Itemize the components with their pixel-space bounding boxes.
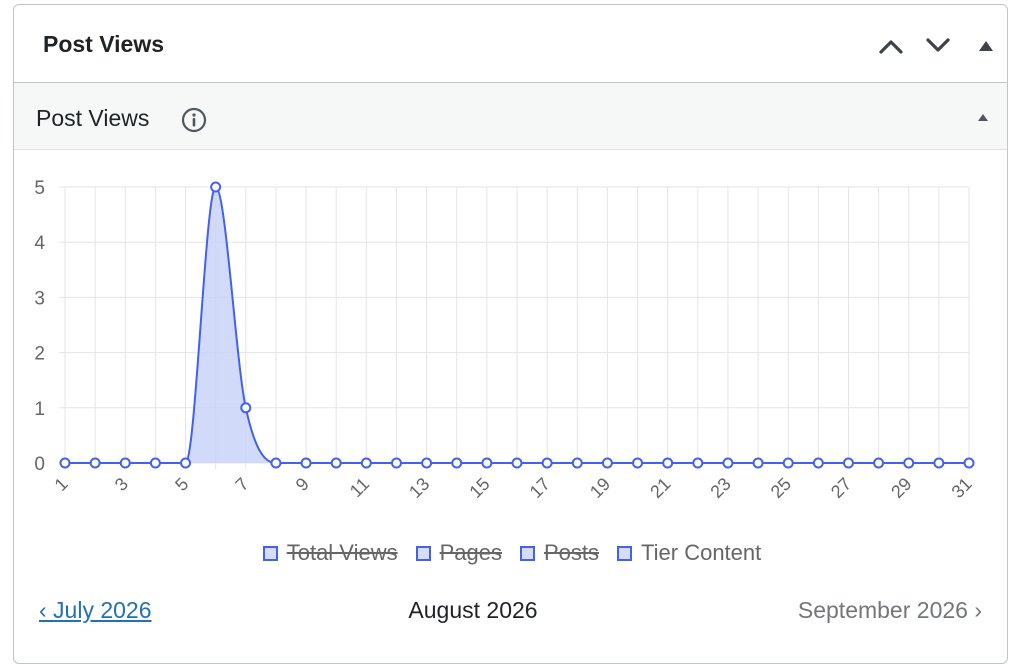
data-point[interactable]	[421, 457, 433, 469]
legend-item[interactable]: Pages	[415, 540, 502, 566]
data-point[interactable]	[390, 457, 402, 469]
legend-swatch	[617, 545, 633, 561]
legend-label: Posts	[543, 540, 600, 565]
legend-item[interactable]: Total Views	[262, 540, 398, 566]
data-point[interactable]	[963, 457, 975, 469]
data-point[interactable]	[240, 402, 252, 414]
data-point[interactable]	[270, 457, 282, 469]
y-tick-label: 2	[34, 344, 45, 365]
data-point[interactable]	[873, 457, 885, 469]
y-tick-label: 5	[34, 178, 45, 199]
post-views-chart: 0123451 3 5 7 9 11 13 15 17 19 21 23 25 27 29 31	[34, 178, 976, 502]
data-point[interactable]	[89, 457, 101, 469]
x-tick-label: 11	[346, 474, 373, 501]
data-point[interactable]	[632, 457, 644, 469]
data-point[interactable]	[903, 457, 915, 469]
x-tick-label: 31	[948, 474, 976, 502]
y-tick-label: 3	[34, 288, 45, 309]
legend-label: Tier Content	[641, 540, 762, 565]
data-point[interactable]	[451, 457, 463, 469]
x-tick-label: 21	[646, 474, 674, 502]
data-point[interactable]	[511, 457, 523, 469]
data-point[interactable]	[330, 457, 342, 469]
chart-legend: Total Views Pages Posts Tier Content	[0, 540, 1024, 566]
data-point[interactable]	[210, 181, 222, 193]
data-point[interactable]	[752, 457, 764, 469]
data-point[interactable]	[933, 457, 945, 469]
data-point[interactable]	[481, 457, 493, 469]
data-point[interactable]	[149, 457, 161, 469]
x-tick-label: 13	[405, 474, 433, 502]
data-point[interactable]	[360, 457, 372, 469]
data-point[interactable]	[782, 457, 794, 469]
data-point[interactable]	[180, 457, 192, 469]
data-point[interactable]	[812, 457, 824, 469]
data-point[interactable]	[692, 457, 704, 469]
legend-swatch	[415, 545, 431, 561]
data-point[interactable]	[601, 457, 613, 469]
x-tick-label: 3	[111, 474, 132, 495]
x-tick-label: 27	[827, 474, 855, 502]
data-point[interactable]	[662, 457, 674, 469]
x-tick-label: 17	[526, 474, 554, 502]
data-point[interactable]	[722, 457, 734, 469]
y-tick-label: 0	[34, 454, 45, 475]
x-tick-label: 19	[586, 474, 614, 502]
data-point[interactable]	[300, 457, 312, 469]
x-tick-label: 7	[231, 474, 252, 495]
y-tick-label: 4	[34, 233, 45, 254]
data-point[interactable]	[541, 457, 553, 469]
legend-swatch	[519, 545, 535, 561]
legend-item[interactable]: Posts	[519, 540, 600, 566]
x-tick-label: 9	[292, 474, 313, 495]
data-point[interactable]	[571, 457, 583, 469]
data-point[interactable]	[119, 457, 131, 469]
legend-label: Pages	[439, 540, 502, 565]
x-tick-label: 29	[887, 474, 915, 502]
data-point[interactable]	[842, 457, 854, 469]
x-tick-label: 5	[171, 474, 192, 495]
legend-swatch	[262, 545, 278, 561]
x-tick-label: 1	[51, 474, 72, 495]
x-tick-label: 23	[706, 474, 734, 502]
x-tick-label: 25	[767, 474, 795, 502]
next-month-link[interactable]: September 2026 ›	[798, 597, 982, 624]
legend-item[interactable]: Tier Content	[617, 540, 761, 566]
x-tick-label: 15	[465, 474, 493, 502]
data-point[interactable]	[59, 457, 71, 469]
legend-label: Total Views	[286, 540, 398, 565]
y-tick-label: 1	[34, 399, 45, 420]
